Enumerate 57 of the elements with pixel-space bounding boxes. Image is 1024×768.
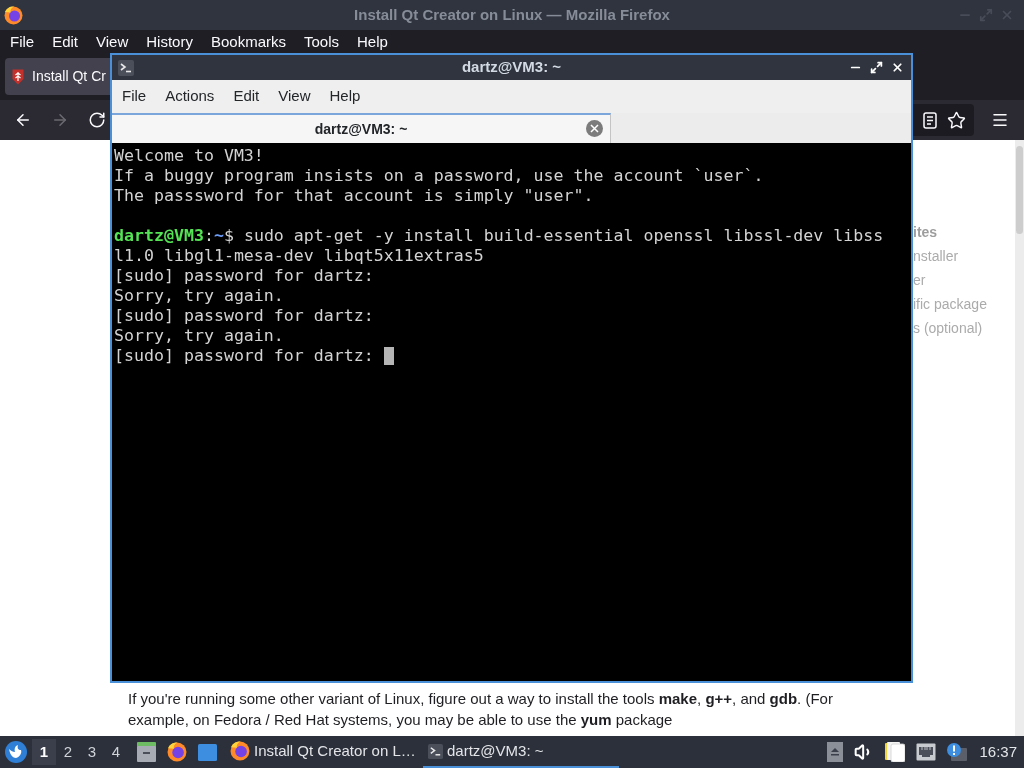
notes-icon[interactable] [885,742,906,762]
menu-item[interactable]: Edit [52,31,79,52]
shield-icon [12,68,24,85]
terminal-line: [sudo] password for dartz: [114,266,374,286]
window-title: Install Qt Creator on Linux — Mozilla Firefox [354,4,670,25]
toc-heading: ites [913,223,938,242]
terminal-line: [sudo] password for dartz: [114,306,374,326]
clock[interactable]: 16:37 [979,740,1017,764]
browser-tab[interactable]: Install Qt Cr [5,58,110,95]
menu-item[interactable]: Actions [165,85,215,108]
terminal-line: dartz@VM3:~$ sudo apt-get -y install build-essential openssl libssl-dev libss [114,226,884,246]
scrollbar-thumb[interactable] [1016,146,1023,234]
firefox-logo-icon [167,742,187,762]
file-cabinet-icon[interactable] [137,742,156,762]
menu-item[interactable]: File [122,85,147,108]
workspace-button[interactable]: 2 [56,739,80,765]
terminal-line: [sudo] password for dartz: [114,346,374,366]
circular-arrow-icon[interactable] [88,111,106,129]
menu-item[interactable]: Help [357,31,388,52]
terminal-icon[interactable] [118,59,134,76]
firefox-logo-icon [4,5,23,25]
network-port-icon[interactable] [916,743,937,761]
menu-item[interactable]: View [278,85,311,108]
terminal-tab[interactable]: dartz@VM3: ~ [112,113,611,143]
window-square-icon[interactable] [198,743,217,761]
task-button[interactable]: Install Qt Creator on L… [225,736,421,768]
logo-icon[interactable] [5,741,27,763]
address-field[interactable] [912,104,974,136]
task-button[interactable]: dartz@VM3: ~ [423,736,619,768]
tab-title: Install Qt Cr [32,67,106,86]
terminal-icon [428,743,443,759]
terminal-title: dartz@VM3: ~ [461,57,562,78]
diagonal-arrows-icon[interactable] [870,61,883,74]
star-icon[interactable] [947,110,966,130]
menu-item[interactable]: File [10,31,35,52]
menu-item[interactable]: Help [329,85,361,108]
close-icon[interactable] [891,61,904,74]
notification-icon[interactable] [947,743,968,761]
menu-item[interactable]: Tools [304,31,339,52]
terminal-line: The passsword for that account is simply "user". [114,186,594,206]
body-paragraph: If you're running some other variant of Linux, figure out a way to install the tools make, g++, and gdb. (For example, on Fedora / Red Hat systems, you may be able to use the yum package [128,689,833,730]
menu-item[interactable]: Bookmarks [210,31,286,52]
terminal-line: Welcome to VM3! [114,146,264,166]
menu-item[interactable]: Edit [233,85,260,108]
menu-item[interactable]: History [146,31,193,52]
eject-icon[interactable] [827,742,844,762]
terminal-line: l1.0 libgl1-mesa-dev libqt5x11extras5 [114,246,484,266]
firefox-logo-icon [230,741,250,761]
workspace-button[interactable]: 1 [32,739,56,765]
terminal-line: Sorry, try again. [114,286,284,306]
terminal-line: Sorry, try again. [114,326,284,346]
workspace-button[interactable]: 4 [104,739,128,765]
terminal-line: If a buggy program insists on a password, use the account `user`. [114,166,764,186]
menu-item[interactable]: View [96,31,129,52]
workspace-button[interactable]: 3 [80,739,104,765]
menu-icon[interactable] [991,111,1009,129]
document-icon[interactable] [923,111,937,129]
